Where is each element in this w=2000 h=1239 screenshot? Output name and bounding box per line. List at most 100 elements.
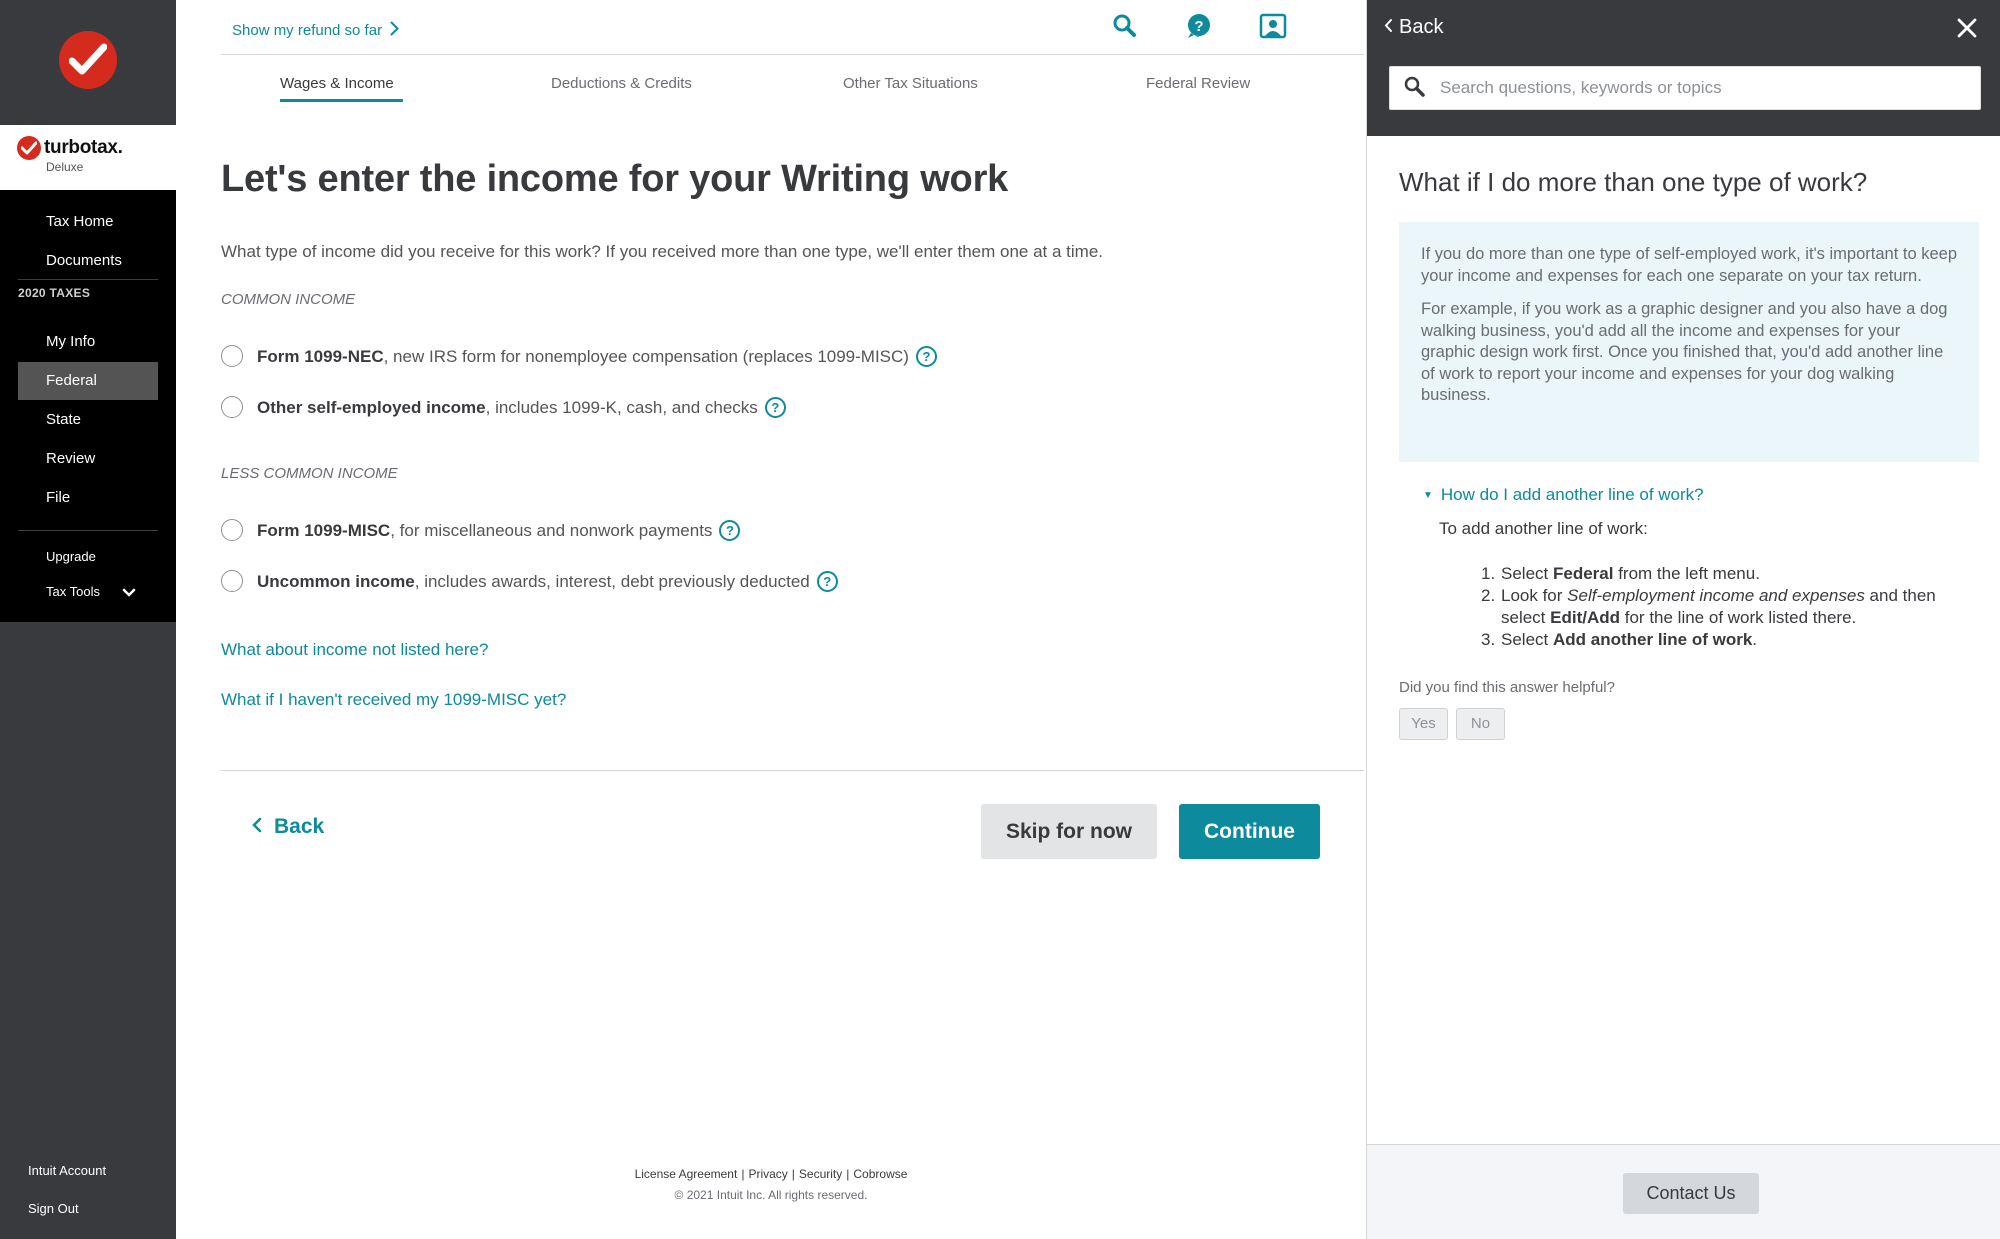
option-label: Form 1099-MISC, for miscellaneous and no…	[257, 519, 741, 541]
brand-check-icon	[17, 136, 41, 160]
tab-other-tax-situations[interactable]: Other Tax Situations	[843, 75, 978, 92]
brand-edition: Deluxe	[46, 160, 84, 174]
page-title: Let's enter the income for your Writing …	[221, 158, 1009, 200]
sidebar-item-label: Tax Tools	[46, 584, 100, 599]
not-received-1099-link[interactable]: What if I haven't received my 1099-MISC …	[221, 690, 566, 710]
option-other-self-employed[interactable]: Other self-employed income, includes 109…	[221, 393, 786, 421]
help-question-icon[interactable]: ?	[816, 570, 838, 592]
sidebar-item-upgrade[interactable]: Upgrade	[18, 538, 158, 576]
sidebar-item-documents[interactable]: Documents	[18, 242, 158, 280]
nav-menu: Tax Home Documents 2020 TAXES My Info Fe…	[0, 190, 176, 622]
step-emphasis: Self-employment income and expenses	[1567, 586, 1865, 605]
sidebar-item-state[interactable]: State	[18, 401, 158, 439]
helpful-yes-button[interactable]: Yes	[1399, 708, 1448, 740]
search-icon	[1403, 75, 1427, 99]
content-divider	[221, 770, 1364, 771]
tab-deductions-credits[interactable]: Deductions & Credits	[551, 75, 692, 92]
sidebar-item-tax-tools[interactable]: Tax Tools	[18, 573, 158, 611]
license-agreement-link[interactable]: License Agreement	[635, 1167, 738, 1181]
show-refund-label: Show my refund so far	[232, 22, 383, 39]
step-text: Look for	[1501, 586, 1568, 605]
step-text: for the line of work listed there.	[1620, 608, 1857, 627]
tab-wages-income[interactable]: Wages & Income	[280, 75, 394, 92]
profile-icon[interactable]	[1259, 12, 1287, 40]
help-article-callout: If you do more than one type of self-emp…	[1399, 222, 1979, 462]
less-common-income-label: LESS COMMON INCOME	[221, 465, 398, 482]
helpful-question: Did you find this answer helpful?	[1399, 679, 1615, 696]
chevron-left-icon	[252, 817, 262, 839]
footer-separator: |	[846, 1167, 850, 1181]
sidebar-item-my-info[interactable]: My Info	[18, 323, 158, 361]
option-title: Form 1099-MISC	[257, 520, 391, 540]
close-icon[interactable]	[1955, 16, 1979, 40]
cobrowse-link[interactable]: Cobrowse	[853, 1167, 907, 1181]
chevron-right-icon	[390, 20, 399, 41]
option-description: , for miscellaneous and nonwork payments	[390, 520, 713, 540]
option-label: Other self-employed income, includes 109…	[257, 396, 786, 418]
income-not-listed-link[interactable]: What about income not listed here?	[221, 640, 488, 660]
contact-us-button[interactable]: Contact Us	[1623, 1173, 1759, 1214]
intuit-account-link[interactable]: Intuit Account	[28, 1163, 106, 1178]
active-tab-indicator	[280, 99, 403, 102]
help-panel-footer: Contact Us	[1367, 1144, 2000, 1239]
common-income-label: COMMON INCOME	[221, 291, 356, 308]
chevron-left-icon	[1384, 17, 1393, 38]
help-search-input[interactable]	[1389, 66, 1981, 110]
nav-section-label: 2020 TAXES	[18, 286, 91, 300]
footer-separator: |	[741, 1167, 745, 1181]
radio-button[interactable]	[221, 396, 243, 418]
option-description: , new IRS form for nonemployee compensat…	[383, 346, 909, 366]
option-title: Uncommon income	[257, 571, 415, 591]
step-text: from the left menu.	[1613, 564, 1760, 583]
step-emphasis: Edit/Add	[1550, 608, 1621, 627]
help-question-icon[interactable]: ?	[915, 345, 937, 367]
sign-out-link[interactable]: Sign Out	[28, 1201, 79, 1216]
main-content: Show my refund so far ? Wages & Income D…	[176, 0, 1366, 1239]
sidebar-item-tax-home[interactable]: Tax Home	[18, 203, 158, 241]
sidebar-item-federal[interactable]: Federal	[18, 362, 158, 400]
add-line-of-work-expander[interactable]: ▼ How do I add another line of work?	[1423, 485, 1704, 505]
security-link[interactable]: Security	[799, 1167, 842, 1181]
radio-button[interactable]	[221, 345, 243, 367]
help-icon[interactable]: ?	[1185, 12, 1213, 40]
chevron-down-icon	[122, 573, 136, 611]
brand-name: turbotax.	[44, 137, 123, 158]
continue-button[interactable]: Continue	[1179, 804, 1320, 859]
step-emphasis: Add another line of work	[1552, 630, 1753, 649]
tab-federal-review[interactable]: Federal Review	[1146, 75, 1250, 92]
option-title: Other self-employed income	[257, 397, 486, 417]
header-divider	[221, 54, 1364, 55]
sidebar-item-review[interactable]: Review	[18, 440, 158, 478]
help-paragraph: If you do more than one type of self-emp…	[1421, 245, 1958, 285]
option-uncommon-income[interactable]: Uncommon income, includes awards, intere…	[221, 567, 838, 595]
help-question-icon[interactable]: ?	[719, 519, 741, 541]
option-description: , includes awards, interest, debt previo…	[414, 571, 810, 591]
option-1099-misc[interactable]: Form 1099-MISC, for miscellaneous and no…	[221, 516, 741, 544]
step-text: Select	[1501, 630, 1553, 649]
list-item: 2. Look for Self-employment income and ex…	[1481, 586, 1936, 627]
privacy-link[interactable]: Privacy	[748, 1167, 787, 1181]
option-1099-nec[interactable]: Form 1099-NEC, new IRS form for nonemplo…	[221, 342, 937, 370]
search-icon[interactable]	[1111, 12, 1139, 40]
helpful-no-button[interactable]: No	[1456, 708, 1505, 740]
turbotax-logo-icon[interactable]	[59, 31, 117, 89]
skip-for-now-button[interactable]: Skip for now	[981, 804, 1157, 859]
back-button[interactable]: Back	[252, 815, 324, 839]
option-label: Form 1099-NEC, new IRS form for nonemplo…	[257, 345, 937, 367]
help-paragraph: For example, if you work as a graphic de…	[1421, 300, 1948, 404]
help-back-button[interactable]: Back	[1384, 16, 1443, 39]
brand-block: turbotax. Deluxe	[0, 125, 176, 190]
nav-divider	[18, 530, 158, 531]
show-refund-link[interactable]: Show my refund so far	[232, 20, 399, 41]
list-item: 1. Select Federal from the left menu.	[1481, 564, 1760, 583]
expander-intro-text: To add another line of work:	[1439, 519, 1648, 538]
radio-button[interactable]	[221, 570, 243, 592]
sidebar-item-file[interactable]: File	[18, 479, 158, 517]
radio-button[interactable]	[221, 519, 243, 541]
help-back-label: Back	[1399, 16, 1444, 38]
help-question-icon[interactable]: ?	[764, 396, 786, 418]
instruction-steps: 1. Select Federal from the left menu. 2. L…	[1481, 563, 1983, 651]
footer-links: License Agreement | Privacy | Security | Cobro…	[176, 1167, 1366, 1181]
expander-label: How do I add another line of work?	[1440, 485, 1704, 504]
svg-text:?: ?	[1194, 18, 1203, 35]
